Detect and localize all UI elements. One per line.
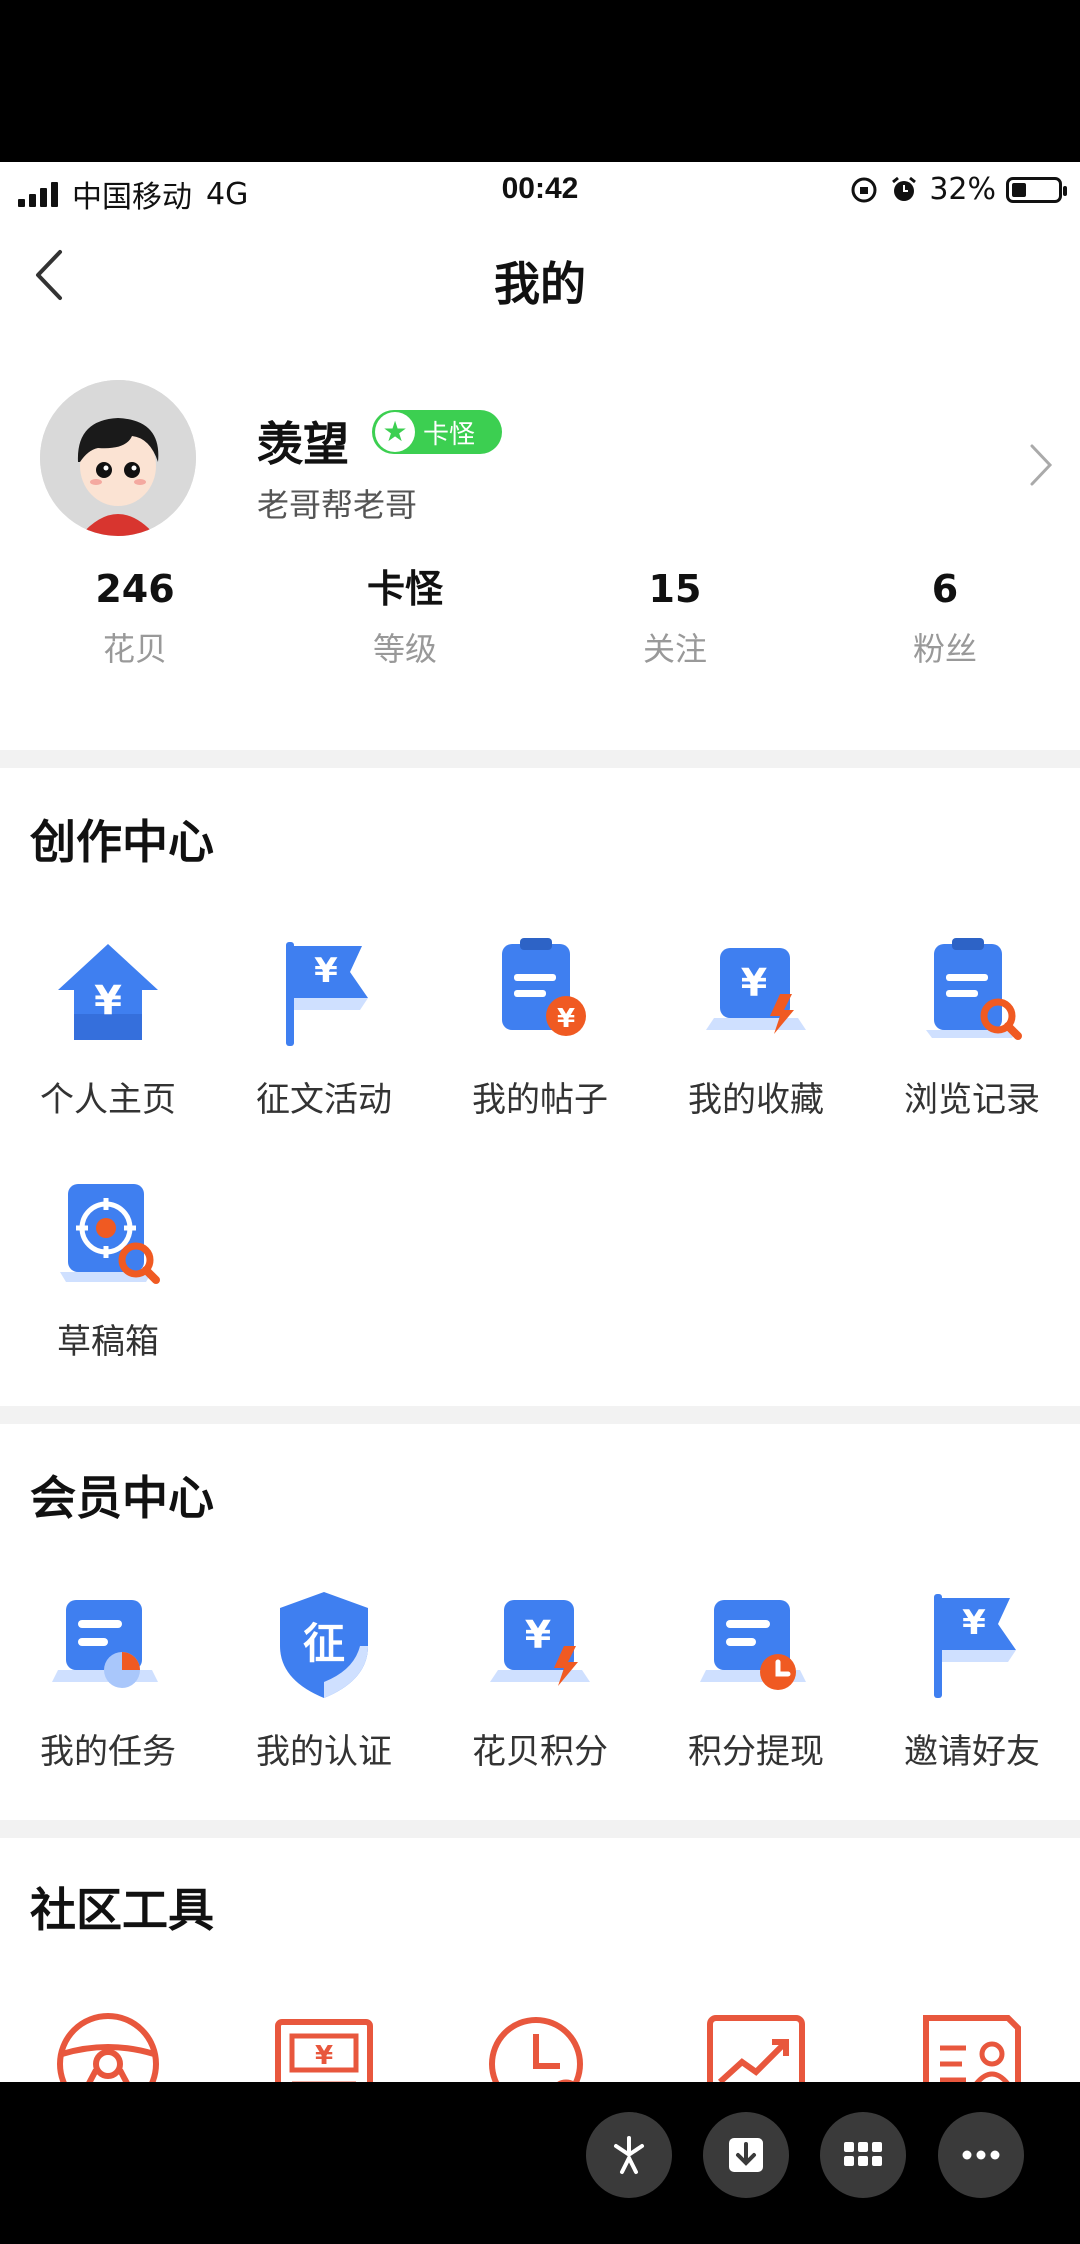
profile-name: 羡望 [257,417,349,471]
stat-label: 花贝 [102,630,167,668]
menu-item-label: 邀请好友 [904,1732,1040,1772]
menu-item-drafts[interactable]: 草稿箱 [0,1176,216,1363]
menu-item-label: 花贝积分 [472,1732,608,1772]
stat-value: 卡怪 [366,567,443,611]
points-icon: ¥ [480,1586,600,1706]
status-bar: 中国移动 4G 00:42 32% [0,162,1080,220]
drafts-icon [48,1176,168,1296]
menu-item-label: 征文活动 [256,1080,392,1120]
svg-text:¥: ¥ [962,1603,986,1643]
level-badge-label: 卡怪 [423,419,476,450]
community-tools-section: 社区工具 ¥ [0,1838,1080,2082]
profile-subtitle: 老哥帮老哥 [257,486,418,524]
rotation-lock-icon [851,177,877,202]
stat-value: 15 [648,567,702,611]
stat-value: 6 [931,567,959,611]
menu-item-label: 我的任务 [40,1732,176,1772]
stat-value: 246 [95,567,175,611]
tool-item-5[interactable] [864,2004,1080,2082]
banknote-icon: ¥ [264,2004,384,2082]
steering-wheel-icon [48,2004,168,2082]
sparkle-icon [614,2136,644,2174]
tool-item-3[interactable] [432,2004,648,2082]
tool-item-1[interactable] [0,2004,216,2082]
svg-text:¥: ¥ [557,1004,575,1034]
favorites-icon: ¥ [696,934,816,1054]
flag-yuan-icon: ¥ [264,934,384,1054]
nav-bar: 我的 [0,220,1080,330]
svg-text:¥: ¥ [314,951,338,991]
more-button[interactable] [938,2112,1024,2198]
svg-text:¥: ¥ [741,961,767,1005]
menu-item-huabei-points[interactable]: ¥ 花贝积分 [432,1586,648,1773]
section-title: 创作中心 [30,815,214,869]
stat-label: 粉丝 [912,630,977,668]
resume-card-icon [912,2004,1032,2082]
menu-item-personal-home[interactable]: ¥ 个人主页 [0,934,216,1121]
bottom-toolbar [0,2082,1080,2244]
menu-item-points-withdraw[interactable]: 积分提现 [648,1586,864,1773]
menu-item-label: 我的收藏 [688,1080,824,1120]
member-center-section: 会员中心 我的任务 征 我的认证 ¥ 花贝积分 积分提现 ¥ 邀请好友 [0,1424,1080,1820]
certification-shield-icon: 征 [264,1586,384,1706]
profile-stats: 246 花贝 卡怪 等级 15 关注 6 粉丝 [0,562,1080,670]
menu-item-favorites[interactable]: ¥ 我的收藏 [648,934,864,1121]
svg-text:¥: ¥ [315,2041,333,2071]
top-letterbox [0,0,1080,162]
level-badge: ★ 卡怪 [372,410,502,454]
clock-icon [480,2004,600,2082]
svg-text:¥: ¥ [94,978,122,1024]
menu-item-my-posts[interactable]: ¥ 我的帖子 [432,934,648,1121]
svg-text:征: 征 [303,1619,345,1668]
section-title: 会员中心 [30,1471,214,1525]
chevron-right-icon[interactable] [1026,442,1056,488]
alarm-icon [892,176,917,201]
tasks-icon [48,1586,168,1706]
trend-chart-icon [696,2004,816,2082]
menu-item-label: 浏览记录 [904,1080,1040,1120]
download-icon [729,2138,763,2172]
svg-text:¥: ¥ [525,1613,551,1657]
tool-item-4[interactable] [648,2004,864,2082]
phone-screen: 中国移动 4G 00:42 32% 我的 羡望 ★ 卡怪 老哥帮老哥 246 花… [0,162,1080,2082]
withdraw-icon [696,1586,816,1706]
stat-level[interactable]: 卡怪 等级 [270,562,540,670]
invite-flag-icon: ¥ [912,1586,1032,1706]
stat-label: 等级 [372,630,437,668]
tool-item-2[interactable]: ¥ [216,2004,432,2082]
stat-label: 关注 [642,630,707,668]
stat-following[interactable]: 15 关注 [540,562,810,670]
share-button[interactable] [586,2112,672,2198]
battery-percent: 32% [929,172,996,207]
grid-menu-button[interactable] [820,2112,906,2198]
history-icon [912,934,1032,1054]
profile-card[interactable]: 羡望 ★ 卡怪 老哥帮老哥 246 花贝 卡怪 等级 15 关注 6 粉丝 [0,330,1080,750]
download-button[interactable] [703,2112,789,2198]
stat-huabei[interactable]: 246 花贝 [0,562,270,670]
menu-item-label: 我的认证 [256,1732,392,1772]
menu-item-my-tasks[interactable]: 我的任务 [0,1586,216,1773]
menu-item-my-certification[interactable]: 征 我的认证 [216,1586,432,1773]
menu-item-label: 草稿箱 [57,1322,159,1362]
section-title: 社区工具 [30,1883,214,1937]
post-icon: ¥ [480,934,600,1054]
page-title: 我的 [494,257,586,311]
creation-center-section: 创作中心 ¥ 个人主页 ¥ 征文活动 ¥ 我的帖子 ¥ 我的收藏 浏览记录 草稿… [0,768,1080,1406]
star-icon: ★ [375,412,415,452]
menu-item-essay-events[interactable]: ¥ 征文活动 [216,934,432,1121]
menu-item-browse-history[interactable]: 浏览记录 [864,934,1080,1121]
menu-item-label: 我的帖子 [472,1080,608,1120]
menu-item-label: 积分提现 [688,1732,824,1772]
grid-icon [844,2142,882,2166]
more-dots-icon [962,2150,1000,2160]
stat-followers[interactable]: 6 粉丝 [810,562,1080,670]
avatar[interactable] [40,380,196,536]
home-yuan-icon: ¥ [48,934,168,1054]
menu-item-invite-friends[interactable]: ¥ 邀请好友 [864,1586,1080,1773]
menu-item-label: 个人主页 [40,1080,176,1120]
battery-icon [1006,176,1067,203]
